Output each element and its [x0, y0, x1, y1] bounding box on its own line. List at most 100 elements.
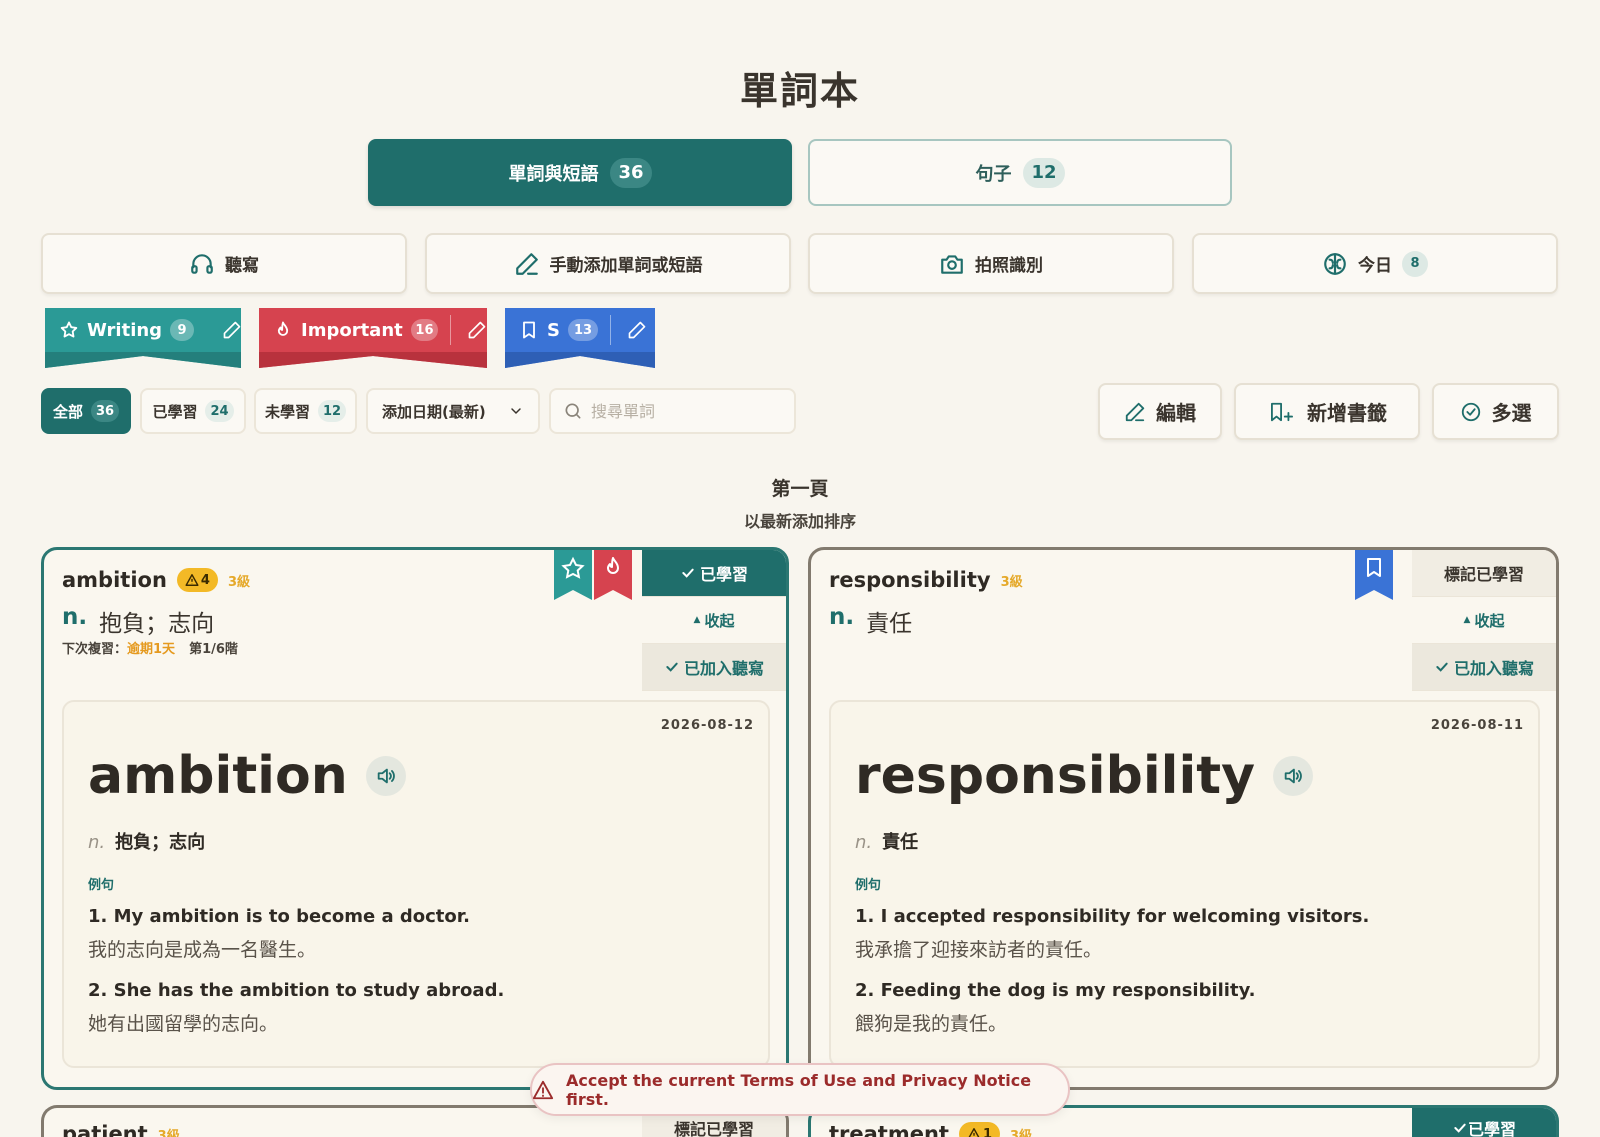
card-word-row: responsibility 3級 [829, 568, 1023, 592]
part-of-speech: n. [62, 604, 88, 630]
word-card[interactable]: responsibility 3級 n. 責任 標記已學習 ▲ 收起 已加入聽寫… [808, 547, 1559, 1090]
level-badge: 3級 [227, 574, 250, 590]
warning-icon [967, 1127, 981, 1137]
edit-label: 編輯 [1156, 401, 1196, 425]
tab-count: 36 [610, 157, 652, 188]
part-of-speech: n. [829, 604, 855, 630]
detail-definition: n. 責任 [855, 828, 918, 854]
tab-sentences[interactable]: 句子 12 [808, 139, 1232, 206]
today-button[interactable]: 今日 8 [1192, 233, 1558, 294]
bookmark-important[interactable]: Important 16 [259, 308, 487, 368]
search-field[interactable] [549, 388, 796, 434]
card-word: responsibility [829, 568, 991, 592]
manual-add-button[interactable]: 手動添加單詞或短語 [425, 233, 791, 294]
s-ribbon[interactable] [1355, 550, 1393, 600]
part-of-speech: n. [88, 832, 106, 853]
word-detail-panel: 2026-08-11 responsibility n. 責任 例句 1. I … [829, 700, 1540, 1068]
today-label: 今日 [1358, 256, 1392, 276]
sort-select[interactable]: 添加日期(最新) [366, 388, 540, 434]
learned-button[interactable]: 已學習 [642, 550, 786, 597]
card-word: patient [62, 1122, 148, 1137]
dictation-added-label: 已加入聽寫 [683, 659, 764, 678]
detail-word-row: responsibility [855, 746, 1314, 806]
dictation-added-button[interactable]: 已加入聽寫 [1412, 644, 1556, 691]
bookmark-label: Writing [87, 319, 163, 341]
level-badge: 3級 [157, 1128, 180, 1137]
learned-label: 已學習 [1467, 1120, 1516, 1137]
tab-words-phrases[interactable]: 單詞與短語 36 [368, 139, 792, 206]
example-sentence: 2. She has the ambition to study abroad.… [88, 980, 504, 1036]
terms-toast[interactable]: Accept the current Terms of Use and Priv… [530, 1063, 1070, 1116]
added-date: 2026-08-11 [1430, 718, 1524, 733]
edit-bookmark-icon[interactable] [627, 320, 647, 340]
pencil-icon [514, 251, 540, 277]
caret-up-icon: ▲ [693, 615, 701, 625]
card-word-row: ambition 4 3級 [62, 568, 250, 592]
mark-learned-label: 標記已學習 [673, 1120, 754, 1137]
example-sentence: 1. I accepted responsibility for welcomi… [855, 906, 1369, 962]
learned-button[interactable]: 已學習 [1412, 1108, 1556, 1137]
collapse-label: 收起 [704, 611, 735, 630]
card-word: treatment [829, 1122, 949, 1137]
edit-bookmark-icon[interactable] [222, 320, 242, 340]
tab-label: 句子 [975, 163, 1012, 185]
collapse-button[interactable]: ▲ 收起 [1412, 597, 1556, 644]
photo-recognition-label: 拍照識別 [975, 256, 1043, 276]
check-icon [1434, 659, 1450, 675]
card-word-row: treatment 1 3級 [829, 1122, 1032, 1137]
add-bookmark-button[interactable]: 新增書籤 [1234, 383, 1420, 440]
meaning: 抱負；志向 [115, 832, 206, 853]
speaker-icon[interactable] [1273, 756, 1314, 796]
bookmark-s[interactable]: S 13 [505, 308, 655, 368]
example-en: 1. I accepted responsibility for welcomi… [855, 906, 1370, 927]
search-input[interactable] [591, 401, 781, 421]
review-label: 下次複習： [62, 642, 128, 657]
detail-word: responsibility [855, 746, 1256, 806]
review-due: 逾期1天 [127, 642, 176, 657]
important-ribbon[interactable] [594, 550, 632, 600]
mark-learned-button[interactable]: 標記已學習 [1412, 550, 1556, 597]
multi-select-button[interactable]: 多選 [1432, 383, 1559, 440]
divider [610, 315, 612, 345]
meaning: 責任 [866, 611, 913, 637]
word-detail-panel: 2026-08-12 ambition n. 抱負；志向 例句 1. My am… [62, 700, 770, 1068]
page-heading: 第一頁 [771, 478, 829, 500]
filter-label: 已學習 [152, 402, 198, 421]
review-stage: 第1/6階 [189, 642, 238, 657]
speaker-icon[interactable] [365, 756, 406, 796]
dictation-button[interactable]: 聽寫 [41, 233, 407, 294]
card-side-actions: 標記已學習 ▲ 收起 已加入聽寫 [1412, 550, 1556, 691]
today-count: 8 [1402, 250, 1428, 277]
meaning: 責任 [882, 832, 919, 853]
level-badge: 3級 [1010, 1128, 1033, 1137]
writing-ribbon[interactable] [554, 550, 592, 600]
filter-count: 12 [317, 400, 347, 422]
filter-count: 36 [90, 400, 120, 422]
warning-icon [532, 1079, 554, 1101]
example-en: 2. She has the ambition to study abroad. [88, 980, 505, 1001]
filter-all[interactable]: 全部 36 [41, 388, 131, 434]
filter-unlearned[interactable]: 未學習 12 [254, 388, 357, 434]
card-word: ambition [62, 568, 167, 592]
detail-word-row: ambition [88, 746, 406, 806]
bookmark-writing[interactable]: Writing 9 [45, 308, 241, 368]
detail-word: ambition [88, 746, 348, 806]
edit-bookmark-icon[interactable] [467, 320, 487, 340]
example-zh: 我承擔了迎接來訪者的責任。 [855, 939, 1103, 961]
dictation-added-button[interactable]: 已加入聽寫 [642, 644, 786, 691]
toast-message: Accept the current Terms of Use and Priv… [566, 1070, 1032, 1109]
filter-learned[interactable]: 已學習 24 [140, 388, 246, 434]
photo-recognition-button[interactable]: 拍照識別 [808, 233, 1174, 294]
camera-icon [939, 251, 965, 277]
fire-icon [273, 320, 293, 340]
example-zh: 她有出國留學的志向。 [88, 1013, 279, 1035]
collapse-button[interactable]: ▲ 收起 [642, 597, 786, 644]
detail-definition: n. 抱負；志向 [88, 828, 205, 854]
sort-selected: 添加日期(最新) [382, 402, 486, 421]
word-card[interactable]: ambition 4 3級 n. 抱負；志向 下次複習：逾期1天 第1/6階 已… [41, 547, 789, 1090]
level-badge: 3級 [1000, 574, 1023, 590]
multi-select-label: 多選 [1491, 401, 1532, 425]
card-word-row: patient 3級 [62, 1122, 180, 1137]
edit-button[interactable]: 編輯 [1098, 383, 1222, 440]
card-definition: n. 責任 [829, 604, 912, 638]
